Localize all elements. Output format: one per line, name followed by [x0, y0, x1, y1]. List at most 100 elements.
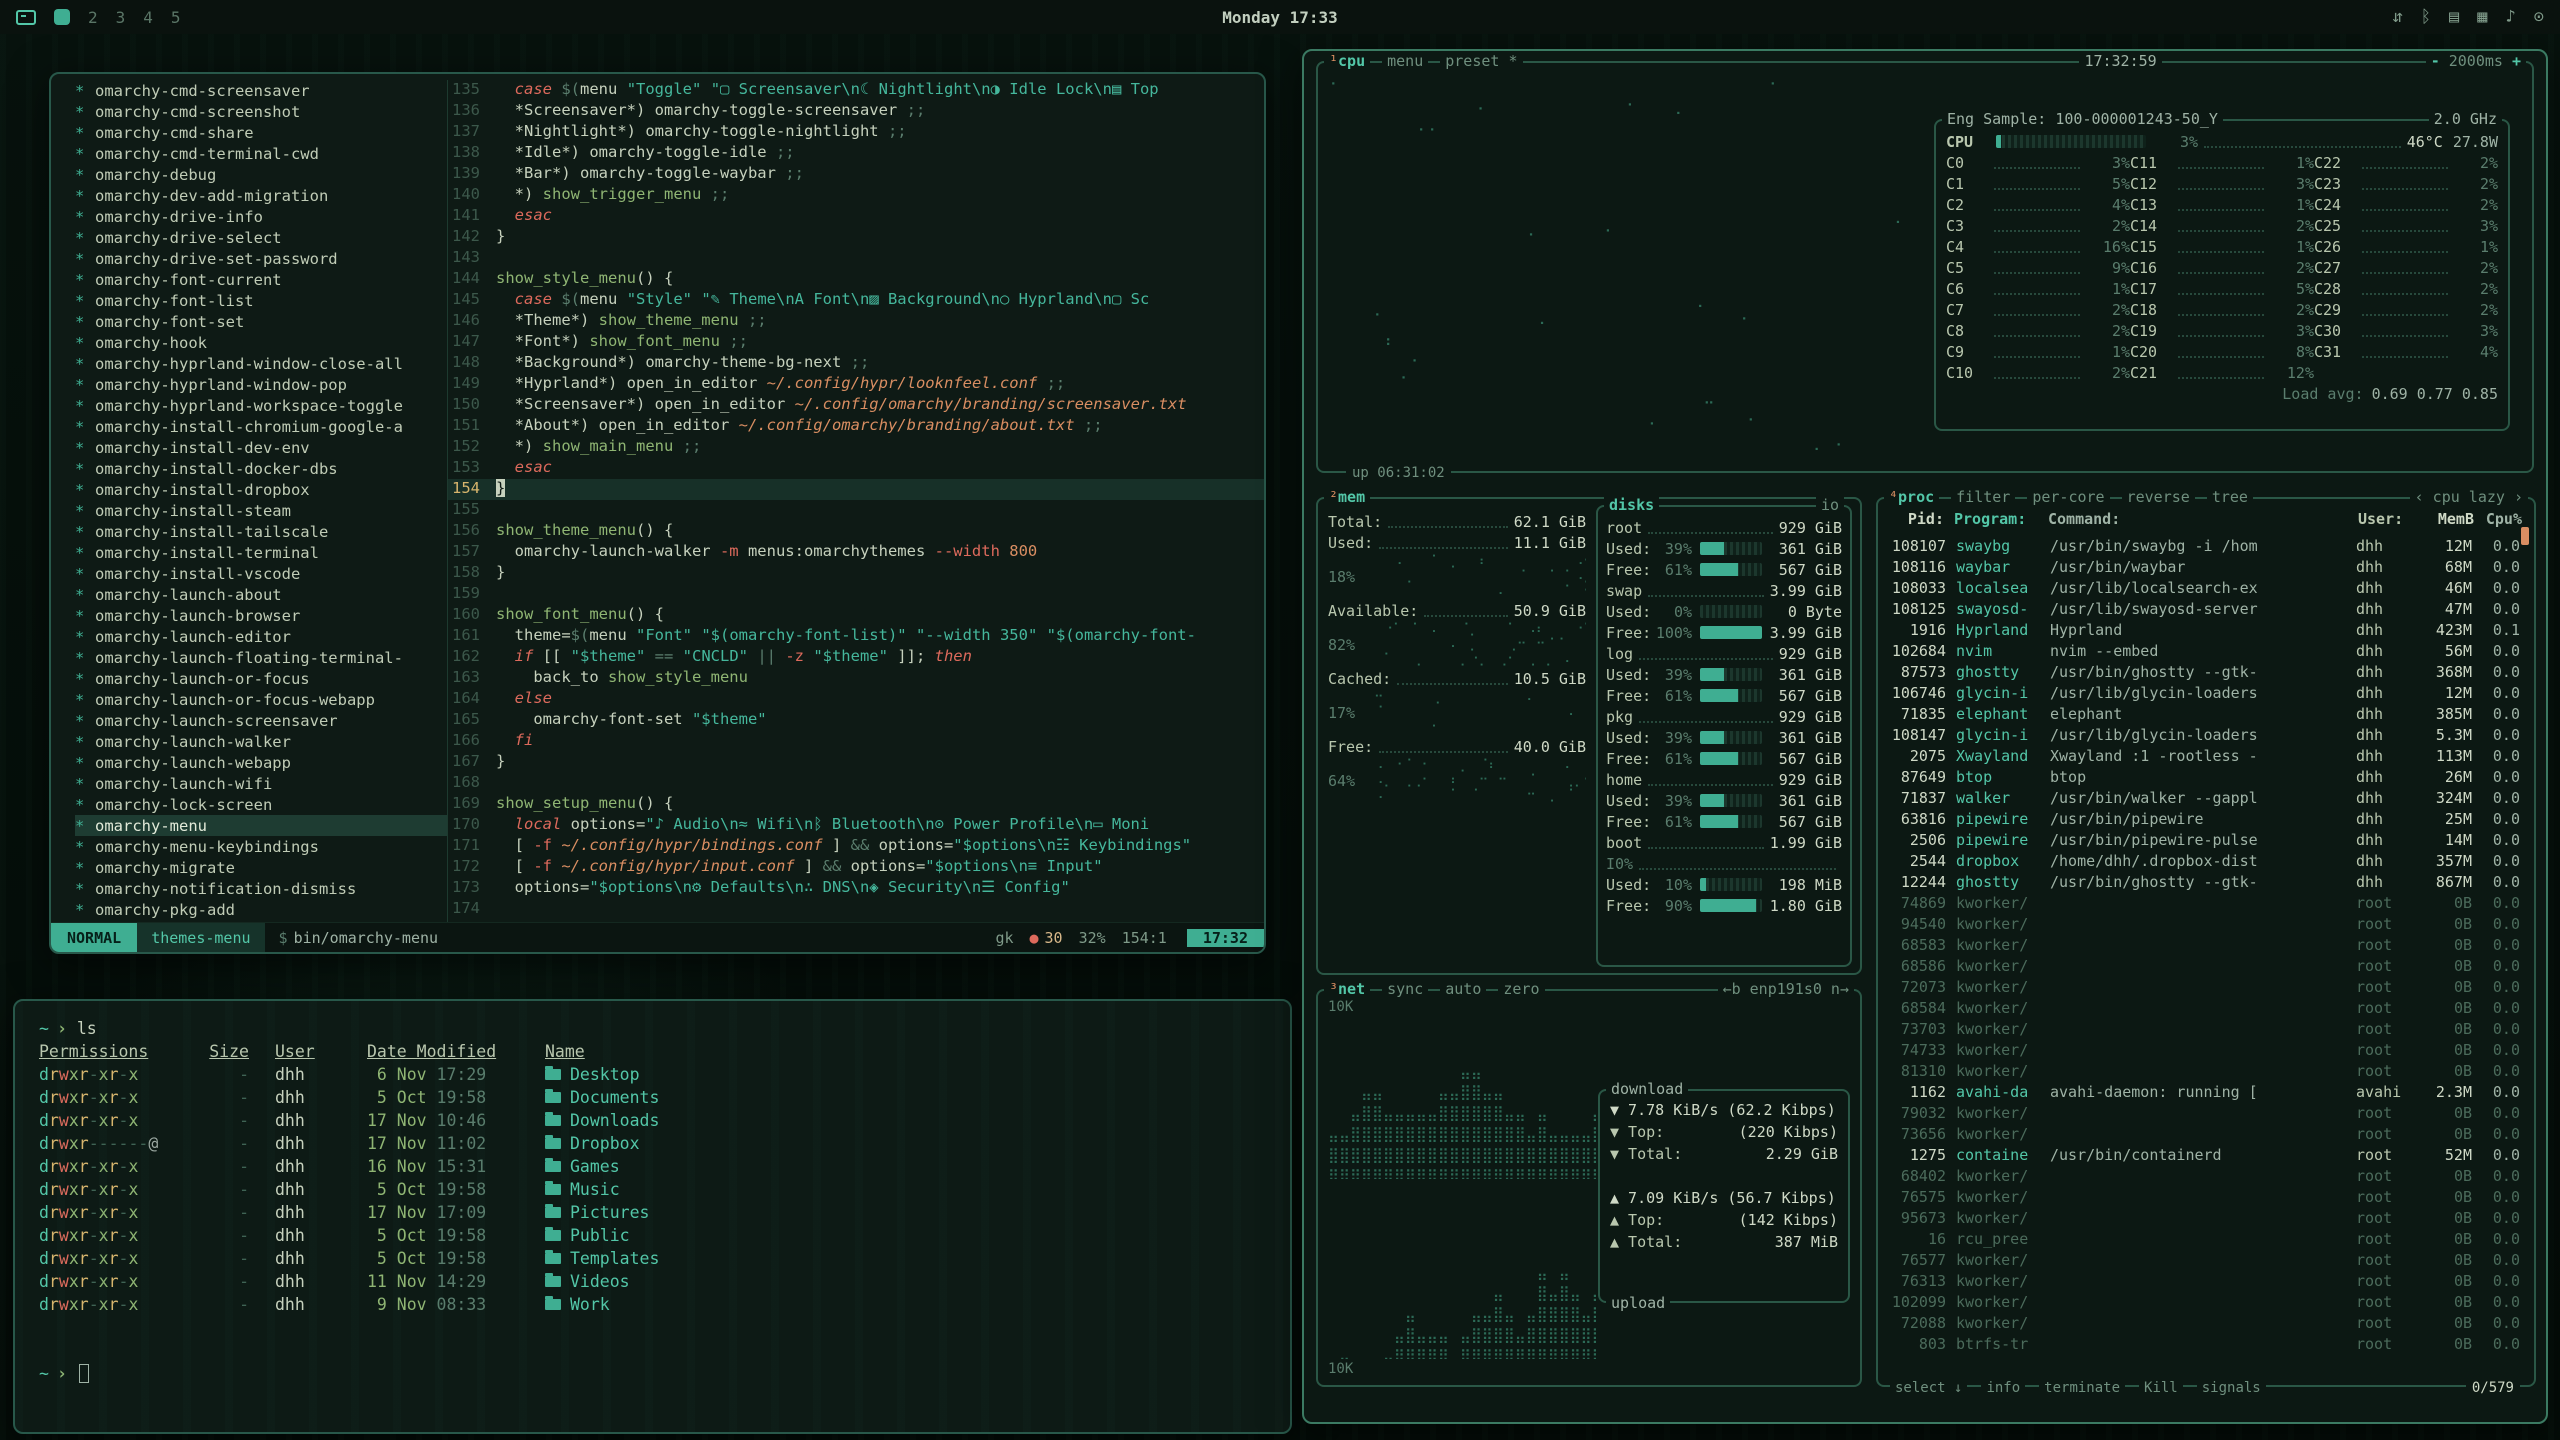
proc-tree-button[interactable]: tree — [2207, 488, 2253, 506]
workspace-terminal-icon[interactable] — [16, 10, 36, 25]
proc-row[interactable]: 2506pipewire/usr/bin/pipewire-pulsedhh14… — [1880, 829, 2532, 850]
file-item[interactable]: *omarchy-launch-floating-terminal- — [75, 647, 447, 668]
volume-icon[interactable]: ♪ — [2506, 7, 2516, 27]
file-item[interactable]: *omarchy-cmd-screenshot — [75, 101, 447, 122]
terminal-window[interactable]: ~ › ls Permissions Size User Date Modifi… — [13, 999, 1292, 1434]
workspace-app-icon[interactable] — [54, 9, 70, 25]
proc-row[interactable]: 87573ghostty/usr/bin/ghostty --gtk-dhh36… — [1880, 661, 2532, 682]
file-item[interactable]: *omarchy-launch-browser — [75, 605, 447, 626]
proc-row[interactable]: 72088kworker/root0B0.0 — [1880, 1312, 2532, 1333]
proc-row[interactable]: 76313kworker/root0B0.0 — [1880, 1270, 2532, 1291]
net-sync-button[interactable]: sync — [1382, 980, 1428, 998]
proc-row[interactable]: 73703kworker/root0B0.0 — [1880, 1018, 2532, 1039]
proc-row[interactable]: 71837walker/usr/bin/walker --gappldhh324… — [1880, 787, 2532, 808]
file-item[interactable]: *omarchy-launch-walker — [75, 731, 447, 752]
proc-footer-action[interactable]: terminate — [2039, 1380, 2125, 1396]
proc-row[interactable]: 68584kworker/root0B0.0 — [1880, 997, 2532, 1018]
file-item[interactable]: *omarchy-pkg-add — [75, 899, 447, 920]
proc-row[interactable]: 1275containe/usr/bin/containerdroot52M0.… — [1880, 1144, 2532, 1165]
proc-row[interactable]: 72073kworker/root0B0.0 — [1880, 976, 2532, 997]
proc-row[interactable]: 81310kworker/root0B0.0 — [1880, 1060, 2532, 1081]
proc-sort-mode[interactable]: ‹ cpu lazy › — [2410, 488, 2528, 506]
proc-reverse-button[interactable]: reverse — [2122, 488, 2195, 506]
file-list[interactable]: *omarchy-cmd-screensaver*omarchy-cmd-scr… — [51, 80, 448, 922]
file-item[interactable]: *omarchy-launch-about — [75, 584, 447, 605]
file-item[interactable]: *omarchy-hyprland-window-pop — [75, 374, 447, 395]
file-item[interactable]: *omarchy-cmd-share — [75, 122, 447, 143]
proc-row[interactable]: 102099kworker/root0B0.0 — [1880, 1291, 2532, 1312]
file-item[interactable]: *omarchy-launch-or-focus-webapp — [75, 689, 447, 710]
display-icon[interactable]: ▤ — [2449, 7, 2459, 27]
proc-row[interactable]: 803btrfs-trroot0B0.0 — [1880, 1333, 2532, 1354]
proc-row[interactable]: 95673kworker/root0B0.0 — [1880, 1207, 2532, 1228]
power-icon[interactable]: ⊙ — [2534, 7, 2544, 27]
file-item[interactable]: *omarchy-launch-wifi — [75, 773, 447, 794]
file-item[interactable]: *omarchy-cmd-terminal-cwd — [75, 143, 447, 164]
file-item[interactable]: *omarchy-install-dropbox — [75, 479, 447, 500]
proc-row[interactable]: 63816pipewire/usr/bin/pipewiredhh25M0.0 — [1880, 808, 2532, 829]
file-item[interactable]: *omarchy-drive-set-password — [75, 248, 447, 269]
proc-row[interactable]: 108116waybar/usr/bin/waybardhh68M0.0 — [1880, 556, 2532, 577]
file-item[interactable]: *omarchy-font-set — [75, 311, 447, 332]
file-item[interactable]: *omarchy-lock-screen — [75, 794, 447, 815]
proc-row[interactable]: 102684nvimnvim --embeddhh56M0.0 — [1880, 640, 2532, 661]
proc-row[interactable]: 108107swaybg/usr/bin/swaybg -i /homdhh12… — [1880, 535, 2532, 556]
file-item[interactable]: *omarchy-menu — [75, 815, 447, 836]
proc-row[interactable]: 74869kworker/root0B0.0 — [1880, 892, 2532, 913]
proc-row[interactable]: 71835elephantelephantdhh385M0.0 — [1880, 703, 2532, 724]
proc-row[interactable]: 76577kworker/root0B0.0 — [1880, 1249, 2532, 1270]
process-list[interactable]: 108107swaybg/usr/bin/swaybg -i /homdhh12… — [1880, 535, 2532, 1371]
file-item[interactable]: *omarchy-install-tailscale — [75, 521, 447, 542]
proc-row[interactable]: 87649btopbtopdhh26M0.0 — [1880, 766, 2532, 787]
update-interval-control[interactable]: - 2000ms + — [2426, 52, 2526, 70]
proc-row[interactable]: 68586kworker/root0B0.0 — [1880, 955, 2532, 976]
menu-button[interactable]: menu — [1382, 52, 1428, 70]
proc-footer-action[interactable]: signals — [2197, 1380, 2266, 1396]
file-item[interactable]: *omarchy-hook — [75, 332, 447, 353]
proc-row[interactable]: 108033localsea/usr/lib/localsearch-exdhh… — [1880, 577, 2532, 598]
file-item[interactable]: *omarchy-launch-screensaver — [75, 710, 447, 731]
network-icon[interactable]: ⇵ — [2393, 7, 2403, 27]
net-zero-button[interactable]: zero — [1498, 980, 1544, 998]
workspace-number[interactable]: 4 — [143, 8, 153, 27]
net-auto-button[interactable]: auto — [1440, 980, 1486, 998]
proc-row[interactable]: 1916HyprlandHyprlanddhh423M0.1 — [1880, 619, 2532, 640]
file-item[interactable]: *omarchy-install-dev-env — [75, 437, 447, 458]
bluetooth-icon[interactable]: ᛒ — [2421, 7, 2431, 27]
proc-row[interactable]: 108147glycin-i/usr/lib/glycin-loadersdhh… — [1880, 724, 2532, 745]
file-item[interactable]: *omarchy-hyprland-window-close-all — [75, 353, 447, 374]
proc-row[interactable]: 12244ghostty/usr/bin/ghostty --gtk-dhh86… — [1880, 871, 2532, 892]
net-interface-selector[interactable]: ←b enp191s0 n→ — [1718, 980, 1854, 998]
proc-footer-action[interactable]: Kill — [2139, 1380, 2183, 1396]
io-mode-button[interactable]: io — [1816, 496, 1844, 514]
proc-footer-action[interactable]: select ↓ — [1890, 1380, 1967, 1396]
file-item[interactable]: *omarchy-install-docker-dbs — [75, 458, 447, 479]
workspace-number[interactable]: 5 — [171, 8, 181, 27]
proc-row[interactable]: 68583kworker/root0B0.0 — [1880, 934, 2532, 955]
file-item[interactable]: *omarchy-install-vscode — [75, 563, 447, 584]
file-item[interactable]: *omarchy-launch-editor — [75, 626, 447, 647]
proc-row[interactable]: 106746glycin-i/usr/lib/glycin-loadersdhh… — [1880, 682, 2532, 703]
proc-row[interactable]: 16rcu_preeroot0B0.0 — [1880, 1228, 2532, 1249]
file-item[interactable]: *omarchy-debug — [75, 164, 447, 185]
file-item[interactable]: *omarchy-menu-keybindings — [75, 836, 447, 857]
file-item[interactable]: *omarchy-dev-add-migration — [75, 185, 447, 206]
proc-row[interactable]: 76575kworker/root0B0.0 — [1880, 1186, 2532, 1207]
proc-row[interactable]: 2075XwaylandXwayland :1 -rootless -dhh11… — [1880, 745, 2532, 766]
proc-percore-button[interactable]: per-core — [2027, 488, 2109, 506]
proc-row[interactable]: 1162avahi-daavahi-daemon: running [avahi… — [1880, 1081, 2532, 1102]
preset-button[interactable]: preset * — [1440, 52, 1522, 70]
file-item[interactable]: *omarchy-drive-info — [75, 206, 447, 227]
file-item[interactable]: *omarchy-drive-select — [75, 227, 447, 248]
workspace-number[interactable]: 2 — [88, 8, 98, 27]
file-item[interactable]: *omarchy-install-terminal — [75, 542, 447, 563]
proc-row[interactable]: 108125swayosd-/usr/lib/swayosd-serverdhh… — [1880, 598, 2532, 619]
file-item[interactable]: *omarchy-cmd-screensaver — [75, 80, 447, 101]
proc-filter-button[interactable]: filter — [1951, 488, 2015, 506]
proc-row[interactable]: 73656kworker/root0B0.0 — [1880, 1123, 2532, 1144]
file-item[interactable]: *omarchy-launch-webapp — [75, 752, 447, 773]
proc-row[interactable]: 94540kworker/root0B0.0 — [1880, 913, 2532, 934]
file-item[interactable]: *omarchy-font-current — [75, 269, 447, 290]
code-pane[interactable]: 135 case $(menu "Toggle" "▢ Screensaver\… — [448, 80, 1264, 922]
file-item[interactable]: *omarchy-hyprland-workspace-toggle — [75, 395, 447, 416]
